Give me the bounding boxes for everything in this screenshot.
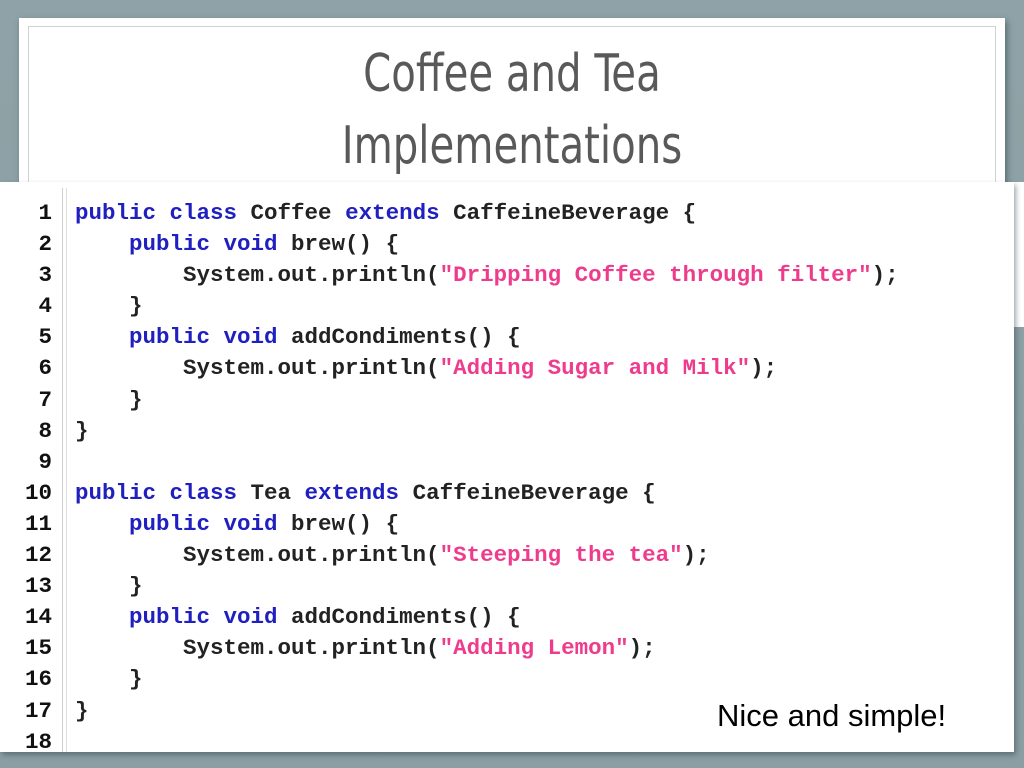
code-token: brew() {: [277, 231, 400, 258]
code-text: }: [52, 291, 143, 322]
string-literal-token: "Dripping Coffee through filter": [439, 262, 872, 289]
string-literal-token: "Adding Lemon": [439, 635, 629, 662]
line-number: 18: [24, 728, 52, 755]
code-text: }: [52, 664, 143, 695]
line-number: 16: [24, 666, 52, 693]
code-line: 7 }: [0, 385, 1014, 416]
line-number: 14: [24, 604, 52, 631]
code-token: System.out.println(: [75, 635, 440, 662]
code-token: Coffee: [237, 200, 346, 226]
code-text: public void addCondiments() {: [52, 322, 521, 353]
line-number: 3: [38, 262, 52, 289]
code-text: public class Coffee extends CaffeineBeve…: [52, 198, 696, 229]
code-token: System.out.println(: [75, 542, 440, 569]
code-line: 2 public void brew() {: [0, 229, 1014, 260]
line-number: 10: [24, 479, 52, 506]
title-frame: Coffee and Tea Implementations: [28, 26, 996, 198]
line-number: 9: [38, 448, 52, 475]
code-line: 14 public void addCondiments() {: [0, 602, 1014, 633]
code-listing: 1 public class Coffee extends CaffeineBev…: [0, 198, 1014, 758]
code-token: System.out.println(: [75, 262, 440, 289]
keyword-token: public void: [129, 510, 278, 537]
code-line: 12 System.out.println("Steeping the tea"…: [0, 540, 1014, 571]
code-text: public void addCondiments() {: [52, 602, 521, 633]
keyword-token: public void: [129, 231, 278, 258]
code-screenshot: 1 public class Coffee extends CaffeineBev…: [0, 182, 1014, 755]
code-text: System.out.println("Adding Lemon");: [52, 633, 656, 664]
line-number: 11: [24, 510, 52, 537]
code-token: }: [75, 697, 89, 724]
code-line: 15 System.out.println("Adding Lemon");: [0, 633, 1014, 664]
code-line: 1 public class Coffee extends CaffeineBev…: [0, 198, 1014, 229]
code-text: System.out.println("Dripping Coffee thro…: [52, 260, 899, 291]
code-text: }: [52, 696, 89, 727]
line-number: 17: [24, 697, 52, 724]
code-token: addCondiments() {: [277, 324, 521, 351]
keyword-token: public class: [75, 479, 238, 506]
code-token: addCondiments() {: [277, 604, 521, 631]
code-text: System.out.println("Adding Sugar and Mil…: [52, 353, 777, 384]
code-token: );: [628, 635, 656, 662]
code-token: }: [75, 386, 143, 413]
line-number: 13: [24, 573, 52, 600]
code-token: Tea: [237, 479, 305, 506]
slide-title: Coffee and Tea Implementations: [342, 38, 682, 182]
code-line: 13 }: [0, 571, 1014, 602]
code-line: 6 System.out.println("Adding Sugar and M…: [0, 353, 1014, 384]
code-line: 11 public void brew() {: [0, 509, 1014, 540]
title-line-1: Coffee and Tea: [363, 43, 661, 104]
keyword-token: public void: [129, 604, 278, 631]
caption-text: Nice and simple!: [717, 698, 947, 733]
code-line: 4 }: [0, 291, 1014, 322]
title-line-2: Implementations: [341, 115, 683, 176]
line-number: 6: [38, 355, 52, 382]
code-token: );: [750, 355, 778, 382]
line-number: 15: [24, 635, 52, 662]
code-text: public void brew() {: [52, 509, 399, 540]
code-token: brew() {: [277, 510, 400, 537]
code-token: }: [75, 417, 89, 444]
code-line: 5 public void addCondiments() {: [0, 322, 1014, 353]
title-card: Coffee and Tea Implementations: [19, 18, 1005, 198]
code-panel-edge: [1014, 182, 1024, 327]
line-number: 2: [38, 231, 52, 258]
code-line: 3 System.out.println("Dripping Coffee th…: [0, 260, 1014, 291]
line-number: 12: [24, 542, 52, 569]
line-number: 7: [38, 386, 52, 413]
code-text: public void brew() {: [52, 229, 399, 260]
code-line: 9: [0, 447, 1014, 478]
line-number: 4: [38, 293, 52, 320]
code-text: public class Tea extends CaffeineBeverag…: [52, 478, 656, 509]
keyword-token: extends: [304, 479, 400, 506]
code-line: 10 public class Tea extends CaffeineBever…: [0, 478, 1014, 509]
line-number: 5: [38, 324, 52, 351]
line-number: 8: [38, 417, 52, 444]
keyword-token: public class: [75, 200, 238, 226]
code-token: );: [871, 262, 899, 289]
code-token: }: [75, 573, 143, 600]
code-line: 8}: [0, 416, 1014, 447]
keyword-token: public void: [129, 324, 278, 351]
code-token: );: [682, 542, 710, 569]
code-token: CaffeineBeverage {: [399, 479, 656, 506]
code-token: System.out.println(: [75, 355, 440, 382]
code-token: CaffeineBeverage {: [439, 200, 697, 226]
code-text: }: [52, 416, 89, 447]
keyword-token: extends: [345, 200, 440, 226]
code-token: }: [75, 666, 143, 693]
string-literal-token: "Steeping the tea": [439, 542, 683, 569]
code-text: System.out.println("Steeping the tea");: [52, 540, 710, 571]
code-text: }: [52, 385, 143, 416]
string-literal-token: "Adding Sugar and Milk": [439, 355, 751, 382]
code-line: 16 }: [0, 664, 1014, 695]
line-number: 1: [38, 200, 52, 226]
code-text: }: [52, 571, 143, 602]
code-token: }: [75, 293, 143, 320]
